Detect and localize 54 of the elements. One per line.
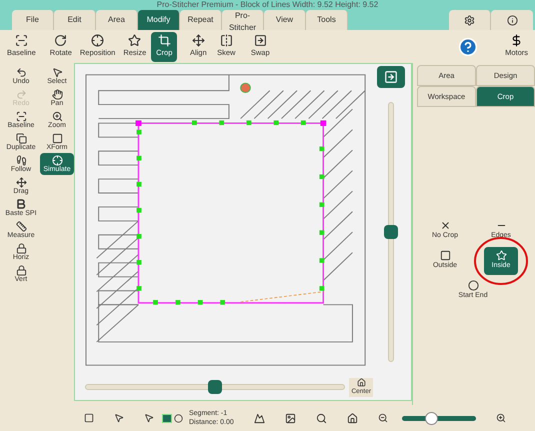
move-icon <box>16 176 26 188</box>
zoom-out-icon[interactable] <box>378 413 388 423</box>
screen-icon[interactable] <box>162 414 172 422</box>
redo-icon <box>16 88 26 100</box>
crop-icon <box>158 34 171 48</box>
help-icon[interactable] <box>458 36 478 56</box>
home-icon <box>356 378 366 387</box>
menu-tab[interactable]: File <box>12 10 54 30</box>
star-icon <box>128 34 142 48</box>
circle-icon <box>468 280 478 292</box>
picture-icon[interactable] <box>284 412 296 424</box>
menu-tab[interactable]: Modify <box>138 10 180 30</box>
undo-icon <box>16 66 26 78</box>
menu-tab[interactable]: Tools <box>306 10 348 30</box>
info-button[interactable] <box>491 10 533 30</box>
mountain-icon[interactable] <box>254 412 265 424</box>
ruler-icon <box>16 220 26 232</box>
star-icon <box>496 250 506 262</box>
menu-tab[interactable]: Repeat <box>180 10 222 30</box>
zoom-icon <box>52 110 62 122</box>
circle-icon[interactable] <box>174 414 183 422</box>
arrow-button[interactable] <box>377 66 405 88</box>
crosshair-icon <box>52 154 62 166</box>
slider-thumb[interactable] <box>425 412 438 424</box>
x-icon <box>440 220 450 232</box>
arrow-right-icon <box>384 70 398 84</box>
lock-icon <box>16 242 26 254</box>
slider-thumb[interactable] <box>384 225 398 239</box>
zoom-in-icon[interactable] <box>496 413 506 423</box>
square-icon <box>440 250 450 262</box>
crosshair-icon <box>91 34 104 48</box>
menu-tab[interactable]: Area <box>96 10 138 30</box>
settings-button[interactable] <box>449 10 491 30</box>
square-icon <box>52 132 62 144</box>
pointer-icon <box>52 66 62 78</box>
pointer-icon[interactable] <box>114 413 124 423</box>
settings-icon <box>464 14 475 26</box>
rotate-icon <box>54 34 68 48</box>
hand-icon <box>52 88 62 100</box>
bold-icon <box>15 198 27 210</box>
move-icon <box>192 34 205 48</box>
menu-tab[interactable]: Pro-Stitcher <box>222 10 264 30</box>
menu-tab[interactable]: View <box>264 10 306 30</box>
footprints-icon <box>16 154 26 166</box>
copy-icon <box>16 132 26 144</box>
info-icon <box>506 14 518 26</box>
window-title: Pro-Stitcher Premium - Block of Lines Width: 9.52 Height: 9.52 <box>156 0 378 9</box>
pointer-icon[interactable] <box>144 413 154 423</box>
menu-tab[interactable]: Edit <box>54 10 96 30</box>
slider-thumb[interactable] <box>208 380 222 394</box>
home-icon[interactable] <box>346 412 358 424</box>
search-icon[interactable] <box>316 412 327 424</box>
lock-icon <box>16 264 26 276</box>
dollar-icon <box>510 34 524 48</box>
